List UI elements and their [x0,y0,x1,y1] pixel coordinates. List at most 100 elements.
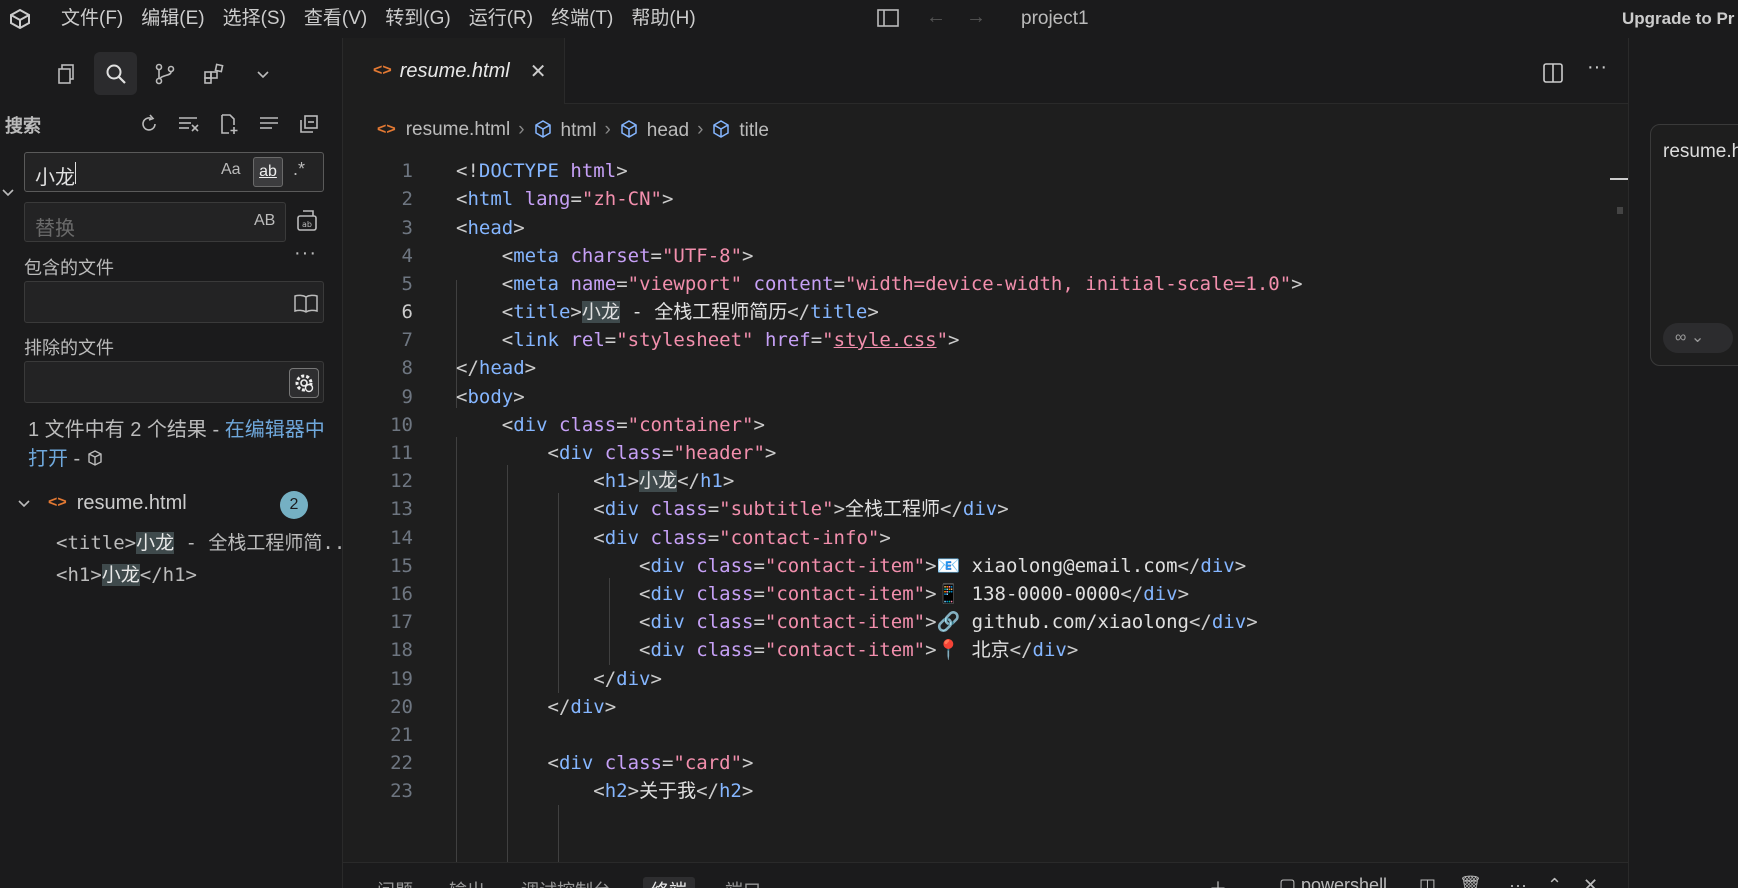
cube-icon[interactable] [86,449,104,467]
nav-back-icon[interactable]: ← [926,6,946,29]
scrollbar-match-marker [1617,207,1623,214]
toggle-search-details-button[interactable]: ··· [294,242,317,265]
code-line[interactable]: 9 <body> [343,382,1628,413]
code-line[interactable]: 4 <meta charset="UTF-8"> [343,241,1628,272]
replace-input[interactable]: 替换 AB [24,202,286,242]
menu-terminal[interactable]: 终端(T) [542,0,622,38]
menu-view[interactable]: 查看(V) [295,0,376,38]
chevron-right-icon: › [518,119,525,140]
tab-resume-html[interactable]: <> resume.html ✕ [343,38,565,104]
book-icon[interactable] [293,292,319,314]
source-control-icon[interactable] [143,52,186,95]
new-terminal-icon[interactable]: ＋ ⌄ [1209,875,1247,888]
code-line[interactable]: 7 <link rel="stylesheet" href="style.css… [343,325,1628,356]
code-line[interactable]: 18 <div class="contact-item">📍 北京</div> [343,635,1628,666]
tab-label[interactable]: resume.html [400,60,510,83]
mode-selector[interactable]: ∞ ⌄ [1663,323,1733,353]
menu-edit[interactable]: 编辑(E) [132,0,213,38]
tab-ports[interactable]: 端口 [725,877,761,888]
code-line[interactable]: 13 <div class="subtitle">全栈工程师</div> [343,494,1628,525]
result-summary: 1 文件中有 2 个结果 - 在编辑器中打开 - [28,416,328,474]
search-input-value[interactable]: 小龙 [35,161,75,190]
upgrade-button[interactable]: Upgrade to Pr [1622,0,1734,38]
exclude-files-input[interactable] [24,361,324,403]
toggle-sidebar-icon[interactable] [876,7,902,31]
nav-forward-icon[interactable]: → [966,6,986,29]
search-input[interactable]: 小龙 Aa ab .* [24,152,324,192]
search-match-item[interactable]: <title>小龙 - 全栈工程师简... [56,528,342,555]
chat-context-card[interactable]: resume.html ∞ ⌄ [1650,124,1738,366]
collapse-all-icon[interactable] [293,108,325,140]
more-icon[interactable]: ··· [1509,875,1527,888]
match-suffix: </h1> [139,564,197,586]
code-editor[interactable]: 1 <!DOCTYPE html> 2 <html lang="zh-CN"> 3 <… [343,156,1628,862]
new-search-editor-icon[interactable] [213,108,245,140]
breadcrumb-item[interactable]: head [619,119,689,142]
close-panel-icon[interactable]: ✕ [1583,875,1598,888]
more-actions-button[interactable]: ··· [1587,56,1607,79]
code-line[interactable]: 2 <html lang="zh-CN"> [343,184,1628,215]
include-files-input[interactable] [24,281,324,323]
explorer-icon[interactable] [45,52,88,95]
code-line[interactable]: 17 <div class="contact-item">🔗 github.co… [343,607,1628,638]
code-line[interactable]: 10 <div class="container"> [343,410,1628,441]
tab-problems[interactable]: 问题 [377,877,413,888]
code-line[interactable]: 19 </div> [343,664,1628,695]
text-caret [75,162,76,184]
refresh-icon[interactable] [133,108,165,140]
tab-debug-console[interactable]: 调试控制台 [521,877,611,888]
close-icon[interactable]: ✕ [530,59,547,84]
replace-all-icon[interactable]: ab [295,208,323,236]
code-line[interactable]: 5 <meta name="viewport" content="width=d… [343,269,1628,300]
preserve-case-toggle[interactable]: AB [254,212,275,230]
code-line[interactable]: 21 [343,720,1628,751]
result-file-name[interactable]: resume.html [77,492,187,515]
view-as-list-icon[interactable] [253,108,285,140]
breadcrumb-item[interactable]: resume.html [406,119,511,141]
match-whole-word-toggle[interactable]: ab [253,157,283,187]
code-line[interactable]: 11 <div class="header"> [343,438,1628,469]
exclude-files-label: 排除的文件 [24,338,114,358]
terminal-shell[interactable]: ▢ powershell [1279,875,1387,888]
code-line[interactable]: 15 <div class="contact-item">📧 xiaolong@… [343,551,1628,582]
split-terminal-icon[interactable]: ◫ [1419,875,1436,888]
toggle-replace-icon[interactable] [0,184,16,200]
code-line[interactable]: 23 <h2>关于我</h2> [343,776,1628,807]
chevron-down-icon[interactable] [14,495,34,511]
code-line[interactable]: 12 <h1>小龙</h1> [343,466,1628,497]
code-line[interactable]: 14 <div class="contact-info"> [343,523,1628,554]
trash-icon[interactable]: 🗑 [1459,875,1482,888]
match-case-toggle[interactable]: Aa [221,161,241,179]
scrollbar-position-marker[interactable] [1610,178,1630,180]
code-line[interactable]: 8 </head> [343,353,1628,384]
menu-go[interactable]: 转到(G) [376,0,459,38]
terminal-icon: ▢ [1279,875,1302,888]
gear-icon[interactable] [289,368,319,398]
maximize-panel-icon[interactable]: ⌃ [1547,875,1562,888]
code-line[interactable]: 3 <head> [343,213,1628,244]
code-line[interactable]: 6 <title>小龙 - 全栈工程师简历</title> [343,297,1628,328]
clear-results-icon[interactable] [173,108,205,140]
extensions-icon[interactable] [192,52,235,95]
split-editor-icon[interactable] [1542,62,1564,84]
tab-output[interactable]: 输出 [449,877,485,888]
match-highlight: 小龙 [136,532,175,554]
code-line[interactable]: 16 <div class="contact-item">📱 138-0000-… [343,579,1628,610]
menu-run[interactable]: 运行(R) [460,0,542,38]
editor-tab-bar: <> resume.html ✕ ··· uiry [343,38,1665,104]
code-line[interactable]: 1 <!DOCTYPE html> [343,156,1628,187]
menu-selection[interactable]: 选择(S) [214,0,295,38]
menu-file[interactable]: 文件(F) [52,0,132,38]
tab-terminal[interactable]: 终端 [643,877,695,888]
search-match-item[interactable]: <h1>小龙</h1> [56,560,197,587]
breadcrumb-item[interactable]: title [711,119,769,142]
context-file-label[interactable]: resume.html [1663,141,1738,163]
search-icon[interactable] [94,52,137,95]
breadcrumb-item[interactable]: html [533,119,596,142]
menu-help[interactable]: 帮助(H) [622,0,704,38]
use-regex-toggle[interactable]: .* [293,159,305,180]
code-line[interactable]: 22 <div class="card"> [343,748,1628,779]
project-name[interactable]: project1 [1021,0,1089,38]
code-line[interactable]: 20 </div> [343,692,1628,723]
chevron-down-icon[interactable] [241,52,284,95]
